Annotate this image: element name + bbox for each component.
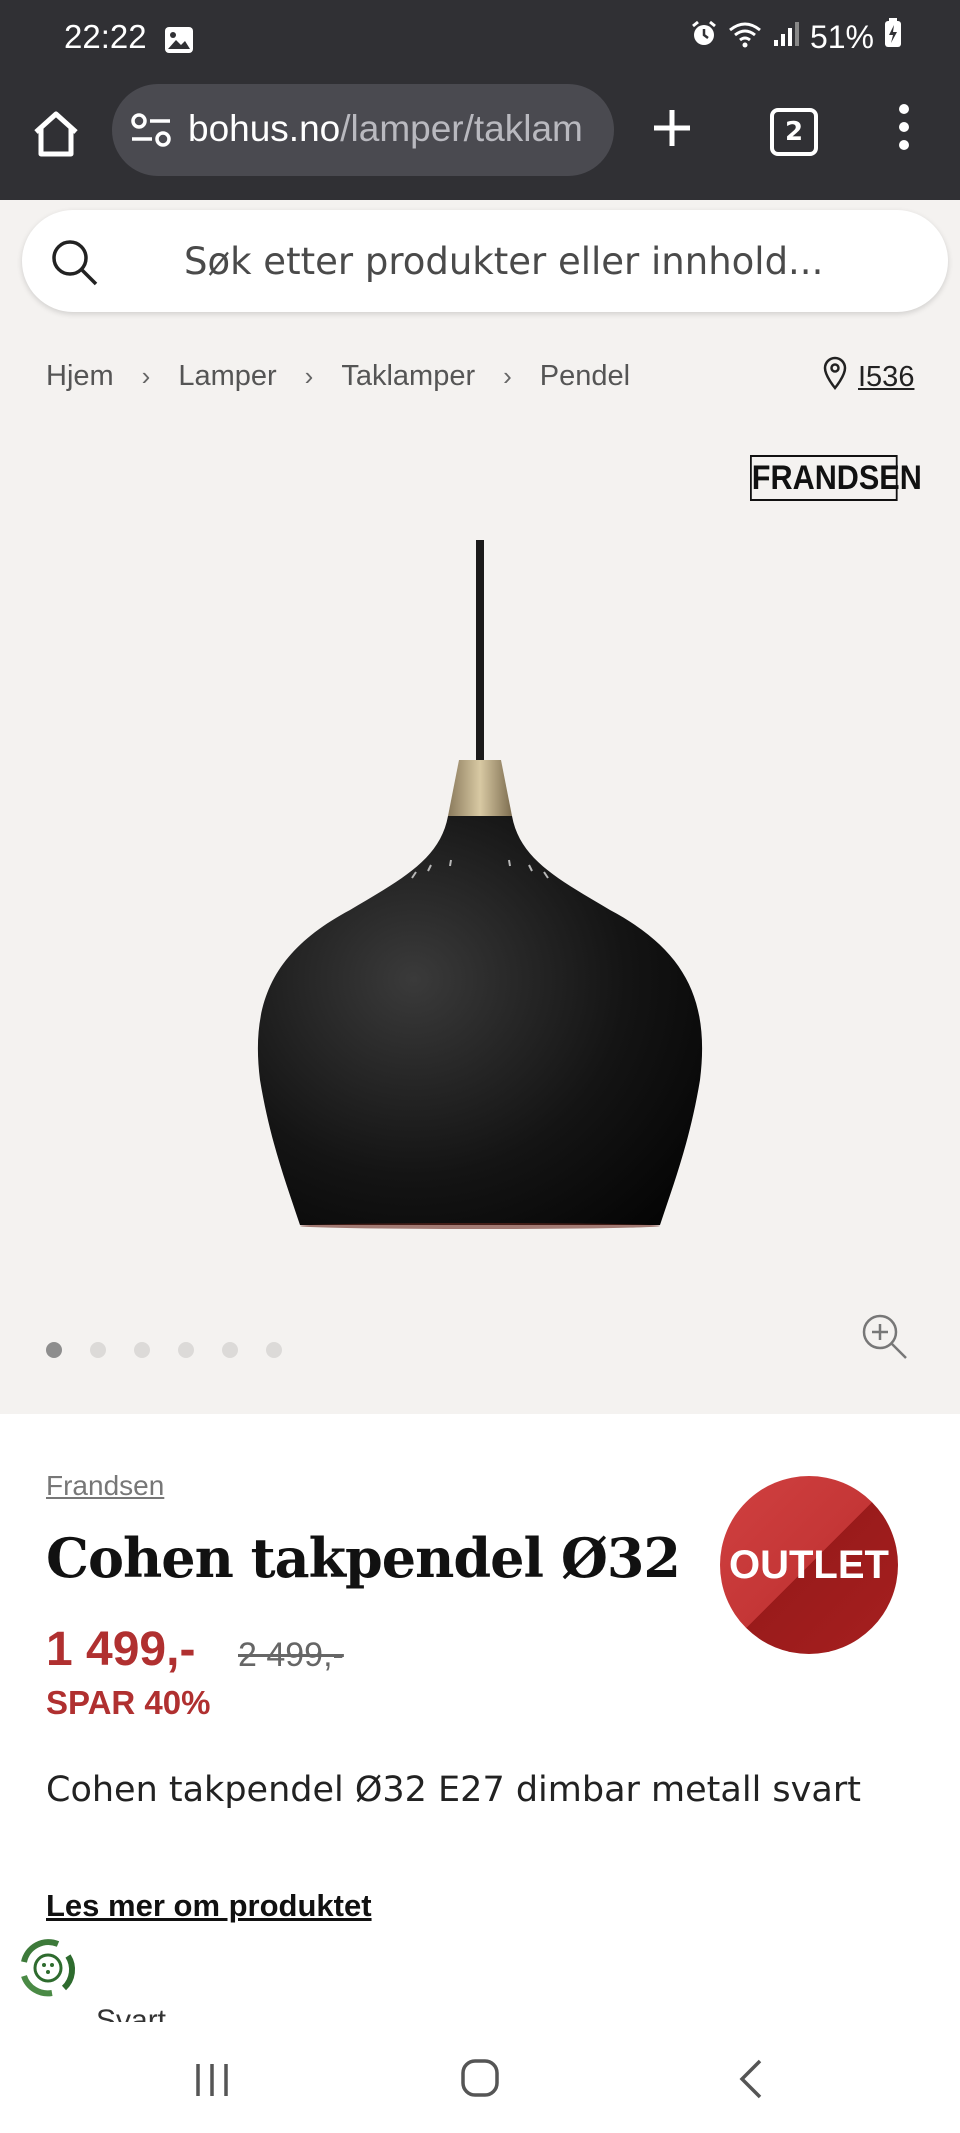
status-right: 51% [690,18,902,56]
search-input[interactable] [182,232,886,290]
status-time: 22:22 [64,18,147,55]
breadcrumb-item-hjem[interactable]: Hjem [46,360,114,393]
brand-logo: FRANDSEN [750,455,922,501]
tabs-icon[interactable]: 2 [770,108,818,156]
battery-percent: 51% [809,18,874,55]
color-option-partial: Svart [96,2004,167,2022]
product-title: Cohen takpendel Ø32 [46,1526,681,1590]
zoom-in-icon[interactable] [860,1312,910,1366]
eco-recycle-icon[interactable] [12,1932,84,2004]
system-nav-bar [0,2024,960,2133]
location-pin-icon [822,356,848,398]
url-host: bohus.no [188,108,341,149]
alarm-icon [690,19,718,56]
product-description: Cohen takpendel Ø32 E27 dimbar metall sv… [46,1770,861,1810]
url-text[interactable]: bohus.no/lamper/taklam [188,108,600,150]
search-bar [22,210,948,312]
breadcrumb-separator: › [141,361,151,391]
plus-icon[interactable] [650,106,694,154]
outlet-badge: OUTLET [720,1476,898,1654]
breadcrumb-separator: › [503,361,512,391]
product-image[interactable] [230,540,730,1240]
status-bar: 22:22 51% [0,0,960,80]
gallery-dot[interactable] [90,1342,106,1358]
recents-icon[interactable] [192,2060,232,2104]
url-path: /lamper/taklam [340,108,583,149]
read-more-link[interactable]: Les mer om produktet [46,1888,372,1924]
search-icon[interactable] [50,238,100,292]
gallery-dot[interactable] [222,1342,238,1358]
breadcrumb-item-pendel[interactable]: Pendel [540,360,630,393]
old-price: 2 499,- [238,1636,344,1674]
save-badge: SPAR 40% [46,1684,211,1721]
breadcrumb-separator: › [304,361,314,391]
signal-icon [772,19,800,56]
product-info: Frandsen Cohen takpendel Ø32 OUTLET 1 49… [0,1414,960,2024]
product-price: 1 499,- [46,1623,196,1676]
address-bar[interactable]: bohus.no/lamper/taklam [112,84,614,176]
breadcrumb: Hjem › Lamper › Taklamper › Pendel [46,360,630,393]
gallery-dot[interactable] [266,1342,282,1358]
image-icon [164,26,194,58]
breadcrumb-item-taklamper[interactable]: Taklamper [341,360,475,393]
battery-charging-icon [884,18,902,56]
gallery-dot[interactable] [134,1342,150,1358]
store-label[interactable]: I536 [858,361,914,394]
browser-toolbar: bohus.no/lamper/taklam 2 [0,80,960,200]
breadcrumb-item-lamper[interactable]: Lamper [178,360,276,393]
wifi-icon [728,19,762,56]
site-settings-icon[interactable] [130,110,172,154]
home-nav-icon[interactable] [460,2058,500,2102]
gallery-dot[interactable] [178,1342,194,1358]
gallery-pagination [46,1342,282,1358]
back-icon[interactable] [736,2058,766,2104]
gallery-dot[interactable] [46,1342,62,1358]
store-selector[interactable]: I536 [822,356,914,398]
brand-link[interactable]: Frandsen [46,1470,164,1502]
more-vert-icon[interactable] [892,102,916,156]
home-icon[interactable] [30,108,82,160]
